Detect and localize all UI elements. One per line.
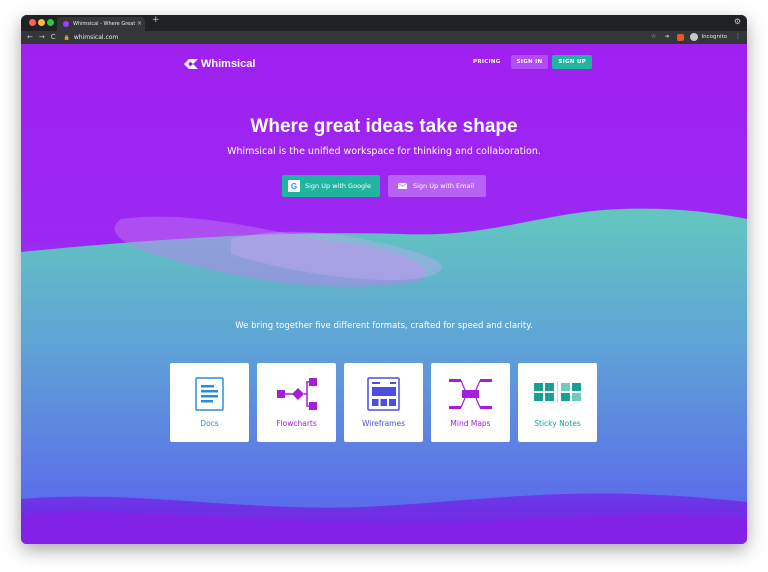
lock-icon: 🔒 — [63, 34, 70, 41]
whimsical-landing-page: Whimsical PRICING SIGN IN SIGN UP Where … — [21, 44, 747, 544]
extension-arrow-icon[interactable]: ➜ — [664, 34, 669, 40]
gear-icon[interactable]: ⚙ — [734, 17, 741, 26]
back-button[interactable]: ← — [27, 34, 33, 41]
sign-up-button[interactable]: SIGN UP — [552, 55, 593, 69]
new-tab-button[interactable]: + — [152, 16, 160, 25]
incognito-icon[interactable] — [690, 33, 699, 41]
tab-strip: Whimsical - Where Great Ideas Take Shape… — [21, 15, 747, 31]
sign-in-button[interactable]: SIGN IN — [510, 55, 549, 69]
forward-button[interactable]: → — [39, 34, 45, 41]
whimsical-logo-icon — [184, 59, 198, 69]
doc-icon — [195, 377, 224, 411]
brave-shield-icon[interactable] — [677, 33, 685, 41]
format-label-flowcharts: Flowcharts — [276, 419, 317, 428]
bookmark-star-icon[interactable]: ☆ — [651, 34, 656, 40]
format-card-docs[interactable]: Docs — [170, 363, 249, 442]
format-label-mind-maps: Mind Maps — [450, 419, 491, 428]
top-nav: PRICING SIGN IN SIGN UP — [473, 55, 593, 69]
menu-icon[interactable]: ⋮ — [735, 34, 741, 40]
browser-window: Whimsical - Where Great Ideas Take Shape… — [21, 15, 747, 544]
sign-up-google-button[interactable]: G Sign Up with Google — [282, 175, 380, 197]
tab-title: Whimsical - Where Great Ideas Take Shape — [73, 21, 135, 27]
maximize-window-button[interactable] — [47, 19, 54, 26]
email-button-label: Sign Up with Email — [413, 182, 475, 190]
sign-up-email-button[interactable]: Sign Up with Email — [388, 175, 486, 197]
tab-close-icon[interactable]: × — [137, 21, 142, 27]
format-card-wireframes[interactable]: Wireframes — [344, 363, 423, 442]
browser-tab[interactable]: Whimsical - Where Great Ideas Take Shape… — [57, 17, 145, 31]
format-card-mind-maps[interactable]: Mind Maps — [431, 363, 510, 442]
formats-tagline: We bring together five different formats… — [235, 321, 533, 331]
sticky-notes-icon — [534, 381, 581, 403]
flowchart-icon — [277, 378, 317, 410]
logo-text: Whimsical — [201, 58, 256, 70]
format-card-sticky-notes[interactable]: Sticky Notes — [518, 363, 597, 442]
format-label-docs: Docs — [200, 419, 219, 428]
hero-subtitle: Whimsical is the unified workspace for t… — [227, 146, 541, 157]
whimsical-favicon-icon — [63, 21, 69, 27]
mail-icon — [398, 183, 407, 189]
close-window-button[interactable] — [29, 19, 36, 26]
google-icon: G — [288, 180, 300, 192]
whimsical-logo[interactable]: Whimsical — [184, 58, 255, 70]
hero-title: Where great ideas take shape — [250, 116, 518, 137]
url-text[interactable]: whimsical.com — [74, 34, 118, 41]
minimize-window-button[interactable] — [38, 19, 45, 26]
format-card-flowcharts[interactable]: Flowcharts — [257, 363, 336, 442]
pricing-link[interactable]: PRICING — [473, 59, 501, 65]
wireframe-icon — [367, 377, 400, 411]
address-toolbar: ← → C 🔒 whimsical.com ☆ ➜ Incognito ⋮ — [21, 31, 747, 44]
google-button-label: Sign Up with Google — [305, 182, 371, 190]
toolbar-right: ☆ ➜ Incognito ⋮ — [643, 33, 741, 41]
format-cards: Docs Flowcharts Wireframes Mind Maps Sti… — [170, 363, 597, 442]
format-label-wireframes: Wireframes — [361, 419, 405, 428]
reload-button[interactable]: C — [51, 34, 56, 41]
mindmap-icon — [449, 379, 492, 409]
address-bar[interactable]: 🔒 whimsical.com — [64, 34, 119, 41]
incognito-label[interactable]: Incognito — [701, 34, 727, 40]
format-label-sticky-notes: Sticky Notes — [534, 419, 581, 428]
